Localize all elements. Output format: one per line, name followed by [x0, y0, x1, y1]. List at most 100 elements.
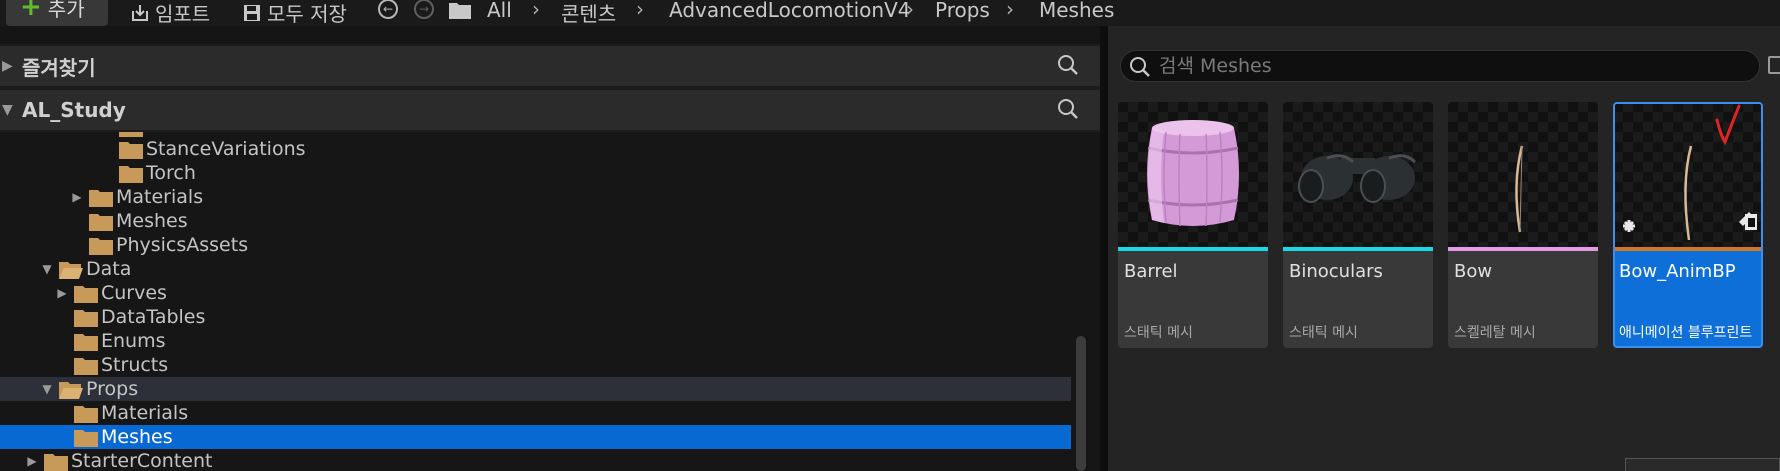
folder-icon	[89, 237, 113, 255]
asset-card-barrel[interactable]: Barrel 스태틱 메시	[1118, 102, 1268, 348]
asset-card-binoculars[interactable]: Binoculars 스태틱 메시	[1283, 102, 1433, 348]
chevron-right-icon[interactable]: ›	[636, 0, 644, 21]
tree-item-curves[interactable]: ▶ Curves	[0, 281, 1071, 305]
folder-icon	[74, 429, 98, 447]
forward-button[interactable]: →	[414, 0, 434, 19]
save-all-button[interactable]: 모두 저장	[242, 0, 347, 27]
chevron-right-icon[interactable]: ›	[532, 0, 540, 21]
forward-arrow-icon: →	[418, 2, 430, 16]
expand-arrow-icon[interactable]: ▶	[2, 58, 13, 74]
bow-thumbnail-icon	[1515, 145, 1524, 233]
tree-item-startercontent[interactable]: ▶ StarterContent	[0, 449, 1071, 471]
import-icon	[132, 4, 148, 21]
binoculars-thumbnail-icon	[1298, 154, 1417, 203]
asset-search-box[interactable]	[1120, 50, 1760, 82]
asset-name: Barrel	[1124, 261, 1178, 282]
import-button[interactable]: 임포트	[130, 0, 210, 27]
folder-icon	[89, 213, 113, 231]
asset-type-strip	[1283, 247, 1433, 251]
folder-icon	[74, 357, 98, 375]
expand-arrow-icon[interactable]: ▶	[55, 286, 69, 300]
tree-item-label: Materials	[101, 402, 189, 424]
project-header[interactable]: ▼ AL_Study	[0, 90, 1100, 130]
asset-type: 스태틱 메시	[1124, 325, 1193, 341]
breadcrumb-content[interactable]: 콘텐츠	[561, 0, 616, 27]
breadcrumb-advancedlocomotion[interactable]: AdvancedLocomotionV4	[669, 0, 910, 22]
sources-panel: ▶ 즐겨찾기 ▼ AL_Study StanceVariations Torch…	[0, 44, 1100, 471]
chevron-right-icon[interactable]: ›	[906, 0, 914, 21]
tree-item-meshes[interactable]: Meshes	[0, 209, 1071, 233]
asset-type: 스켈레탈 메시	[1454, 325, 1536, 341]
breadcrumb-meshes[interactable]: Meshes	[1039, 0, 1114, 22]
add-button[interactable]: + 추가	[6, 0, 108, 26]
tree-item-datatables[interactable]: DataTables	[0, 305, 1071, 329]
folder-icon	[74, 405, 98, 423]
tree-item-torch[interactable]: Torch	[0, 161, 1071, 185]
asset-card-bow[interactable]: Bow 스켈레탈 메시	[1448, 102, 1598, 348]
search-icon[interactable]	[1057, 98, 1079, 120]
collapse-arrow-icon[interactable]: ▼	[40, 382, 54, 396]
import-label: 임포트	[155, 2, 211, 26]
asset-card-bow-animbp[interactable]: Bow_AnimBP 애니메이션 블루프린트	[1613, 102, 1763, 348]
tree-item-label: Meshes	[101, 426, 173, 448]
chevron-right-icon[interactable]: ›	[1006, 0, 1014, 21]
asset-type-strip	[1448, 247, 1598, 251]
open-folder-icon	[59, 261, 83, 279]
tree-item-label: Meshes	[116, 210, 188, 232]
tree-item-label: Structs	[101, 354, 169, 376]
panel-splitter[interactable]	[1100, 26, 1108, 471]
tree-item-label: Torch	[146, 162, 196, 184]
asset-type: 애니메이션 블루프린트	[1619, 325, 1753, 341]
tree-item-structs[interactable]: Structs	[0, 353, 1071, 377]
favorites-header[interactable]: ▶ 즐겨찾기	[0, 46, 1100, 86]
asset-type: 스태틱 메시	[1289, 325, 1358, 341]
folder-icon	[44, 453, 68, 471]
folder-icon	[89, 189, 113, 207]
filter-icon[interactable]	[1768, 56, 1780, 74]
folder-icon	[119, 141, 143, 159]
folder-icon	[119, 165, 143, 183]
asset-type-strip	[1118, 247, 1268, 251]
tree-item-stancevariations[interactable]: StanceVariations	[0, 137, 1071, 161]
tree-item-label: StarterContent	[71, 450, 213, 471]
tree-item-props[interactable]: ▼ Props	[0, 377, 1071, 401]
asset-name: Binoculars	[1289, 261, 1383, 282]
tree-item-data[interactable]: ▼ Data	[0, 257, 1071, 281]
tree-item-props-materials[interactable]: Materials	[0, 401, 1071, 425]
search-input[interactable]	[1159, 51, 1749, 81]
search-icon	[1130, 57, 1150, 77]
search-icon[interactable]	[1057, 54, 1079, 76]
folder-icon	[74, 309, 98, 327]
asset-thumbnail	[1283, 102, 1433, 247]
tree-item-materials[interactable]: ▶ Materials	[0, 185, 1071, 209]
folder-icon	[449, 3, 471, 19]
tree-item-label: Props	[86, 378, 139, 400]
add-button-label: 추가	[47, 0, 85, 21]
expand-arrow-icon[interactable]: ▶	[25, 454, 39, 468]
expand-arrow-icon[interactable]: ▶	[70, 190, 84, 204]
folder-icon	[74, 333, 98, 351]
content-browser-toolbar: + 추가 임포트 모두 저장 ← → All › 콘텐츠 › AdvancedL…	[0, 0, 1780, 26]
asset-view: Barrel 스태틱 메시 Binoculars 스태틱 메시 Bo	[1108, 26, 1780, 471]
folder-tree: StanceVariations Torch ▶ Materials Meshe…	[0, 132, 1100, 471]
asset-type-strip	[1615, 247, 1761, 251]
tree-item-enums[interactable]: Enums	[0, 329, 1071, 353]
barrel-thumbnail-icon	[1147, 120, 1239, 227]
tree-item-physicsassets[interactable]: PhysicsAssets	[0, 233, 1071, 257]
tree-item-label: StanceVariations	[146, 138, 306, 160]
collapse-arrow-icon[interactable]: ▼	[2, 102, 13, 118]
open-folder-icon	[59, 381, 83, 399]
view-options-bar[interactable]	[1625, 458, 1780, 471]
tree-item-label: DataTables	[101, 306, 206, 328]
save-all-label: 모두 저장	[267, 2, 347, 26]
tree-scrollbar[interactable]	[1076, 336, 1086, 471]
tree-item-label: Data	[86, 258, 132, 280]
back-button[interactable]: ←	[378, 0, 398, 19]
breadcrumb-props[interactable]: Props	[935, 0, 990, 22]
collapse-arrow-icon[interactable]: ▼	[40, 262, 54, 276]
plus-icon: +	[20, 0, 42, 22]
breadcrumb-all[interactable]: All	[487, 0, 512, 22]
tree-item-props-meshes[interactable]: Meshes	[0, 425, 1071, 449]
asset-thumbnail	[1448, 102, 1598, 247]
tree-item-label: Curves	[101, 282, 167, 304]
